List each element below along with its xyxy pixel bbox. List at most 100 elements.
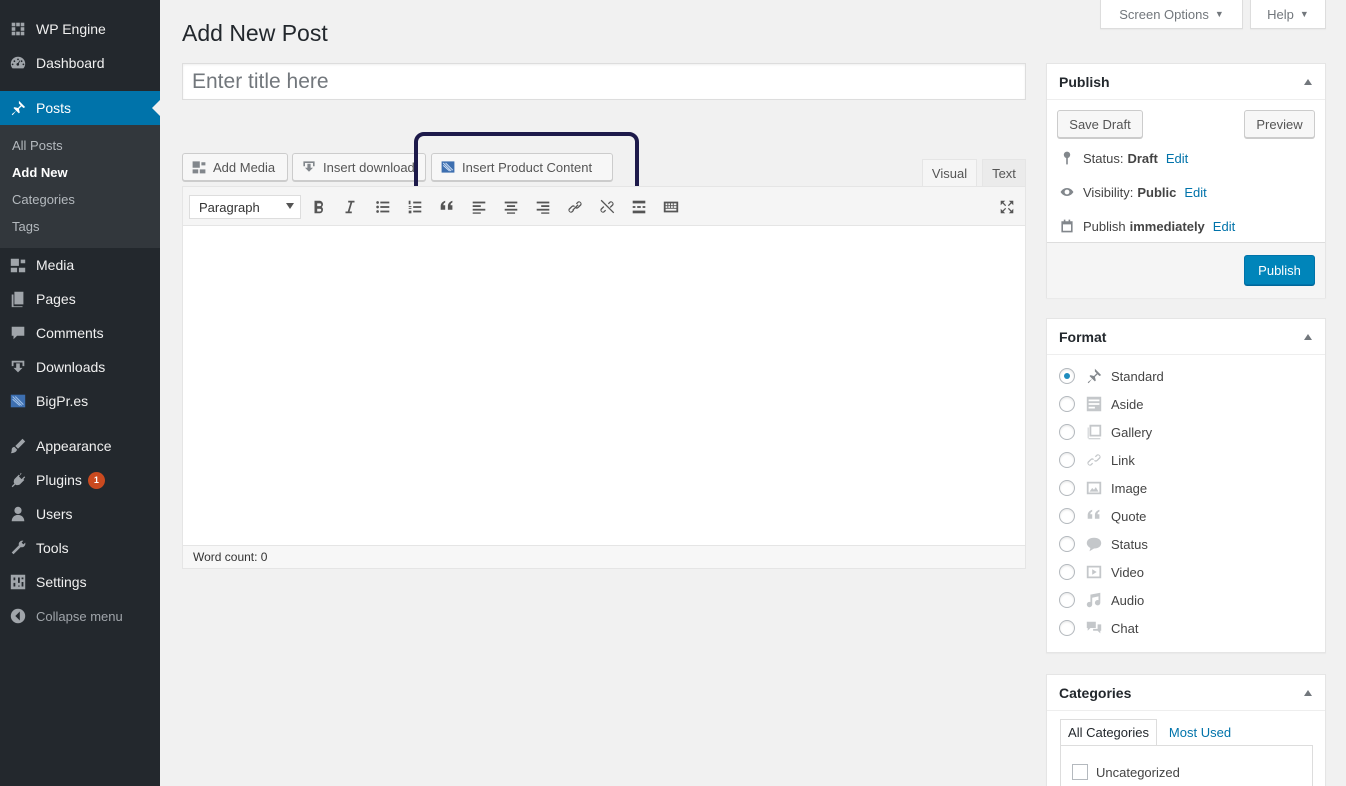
collapse-menu-button[interactable]: Collapse menu [0,599,160,633]
keyboard-icon [663,201,679,213]
preview-button[interactable]: Preview [1244,110,1315,138]
sidebar-item-downloads[interactable]: Downloads [0,350,160,384]
format-label: Quote [1111,508,1147,524]
insert-product-content-button[interactable]: Insert Product Content [431,153,613,181]
sidebar-item-users[interactable]: Users [0,497,160,531]
screen-options-button[interactable]: Screen Options ▼ [1100,0,1243,29]
radio-aside[interactable] [1059,396,1075,412]
downloads-icon [0,358,36,376]
sidebar-item-posts[interactable]: Posts [0,91,160,125]
settings-icon [0,573,36,591]
toggle-arrow-icon[interactable] [1304,690,1312,696]
sidebar-item-label: Dashboard [36,55,105,71]
italic-button[interactable] [340,197,360,217]
tab-most-used[interactable]: Most Used [1160,719,1240,745]
format-option-gallery[interactable]: Gallery [1059,423,1152,441]
format-option-link[interactable]: Link [1059,451,1135,469]
sidebar-item-label: BigPr.es [36,393,89,409]
toolbar-toggle-button[interactable] [661,197,681,217]
publish-box-header[interactable]: Publish [1047,64,1325,100]
format-label: Image [1111,480,1148,496]
radio-image[interactable] [1059,480,1075,496]
publish-date-value: immediately [1129,218,1205,234]
read-more-button[interactable] [629,197,649,217]
format-option-status[interactable]: Status [1059,535,1148,553]
submenu-add-new[interactable]: Add New [12,165,68,180]
sidebar-item-plugins[interactable]: Plugins 1 [0,463,160,497]
format-option-quote[interactable]: Quote [1059,507,1146,525]
audio-icon [1086,592,1101,608]
numbered-list-button[interactable] [405,197,425,217]
publish-button[interactable]: Publish [1244,255,1315,285]
align-left-button[interactable] [469,197,489,217]
screen-options-label: Screen Options [1119,6,1209,22]
format-option-audio[interactable]: Audio [1059,591,1144,609]
radio-standard[interactable] [1059,368,1075,384]
format-option-video[interactable]: Video [1059,563,1144,581]
format-option-chat[interactable]: Chat [1059,619,1138,637]
format-option-image[interactable]: Image [1059,479,1147,497]
dashboard-icon [0,54,36,72]
edit-visibility-link[interactable]: Edit [1184,185,1206,200]
sidebar-item-tools[interactable]: Tools [0,531,160,565]
align-center-button[interactable] [501,197,521,217]
save-draft-button[interactable]: Save Draft [1057,110,1143,138]
radio-audio[interactable] [1059,592,1075,608]
sidebar-item-settings[interactable]: Settings [0,565,160,599]
edit-status-link[interactable]: Edit [1166,151,1188,166]
sidebar-item-dashboard[interactable]: Dashboard [0,46,160,80]
radio-quote[interactable] [1059,508,1075,524]
bold-button[interactable] [309,197,329,217]
sidebar-item-bigpres[interactable]: BigPr.es [0,384,160,418]
sidebar-item-label: Users [36,506,73,522]
sidebar-item-appearance[interactable]: Appearance [0,429,160,463]
appearance-icon [0,437,36,455]
admin-sidebar: WP Engine Dashboard Posts All Posts Add … [0,0,160,786]
category-checkbox[interactable] [1072,764,1088,780]
radio-status[interactable] [1059,536,1075,552]
fullscreen-button[interactable] [997,197,1017,217]
bullet-list-button[interactable] [373,197,393,217]
category-item[interactable]: Uncategorized [1072,764,1180,780]
tools-icon [0,539,36,557]
tab-text[interactable]: Text [982,159,1026,186]
sidebar-item-comments[interactable]: Comments [0,316,160,350]
sidebar-item-wp-engine[interactable]: WP Engine [0,12,160,46]
toggle-arrow-icon[interactable] [1304,79,1312,85]
format-option-aside[interactable]: Aside [1059,395,1144,413]
format-select[interactable]: Paragraph [189,195,301,219]
blockquote-button[interactable] [437,197,457,217]
tab-visual[interactable]: Visual [922,159,977,187]
chevron-down-icon [286,203,294,209]
add-media-button[interactable]: Add Media [182,153,288,181]
radio-chat[interactable] [1059,620,1075,636]
help-button[interactable]: Help ▼ [1250,0,1326,29]
tab-most-used-label: Most Used [1168,724,1232,740]
unlink-button[interactable] [597,197,617,217]
tab-all-categories[interactable]: All Categories [1060,719,1157,745]
format-box-header[interactable]: Format [1047,319,1325,355]
radio-link[interactable] [1059,452,1075,468]
submenu-categories[interactable]: Categories [12,192,75,207]
sidebar-item-pages[interactable]: Pages [0,282,160,316]
radio-gallery[interactable] [1059,424,1075,440]
numbered-list-icon [408,200,422,214]
format-option-standard[interactable]: Standard [1059,367,1164,385]
align-right-button[interactable] [533,197,553,217]
submenu-all-posts[interactable]: All Posts [12,138,63,153]
radio-video[interactable] [1059,564,1075,580]
edit-date-link[interactable]: Edit [1213,219,1235,234]
categories-box-header[interactable]: Categories [1047,675,1325,711]
insert-link-button[interactable] [565,197,585,217]
post-title-input[interactable] [182,63,1026,100]
sidebar-item-label: Tools [36,540,69,556]
sidebar-item-label: Plugins [36,472,82,488]
insert-download-button[interactable]: Insert download [292,153,426,181]
publish-box-title: Publish [1059,73,1110,90]
plugin-update-badge: 1 [87,471,105,489]
sidebar-item-label: Media [36,257,75,273]
add-media-label: Add Media [213,159,276,175]
submenu-tags[interactable]: Tags [12,219,39,234]
toggle-arrow-icon[interactable] [1304,334,1312,340]
sidebar-item-media[interactable]: Media [0,248,160,282]
